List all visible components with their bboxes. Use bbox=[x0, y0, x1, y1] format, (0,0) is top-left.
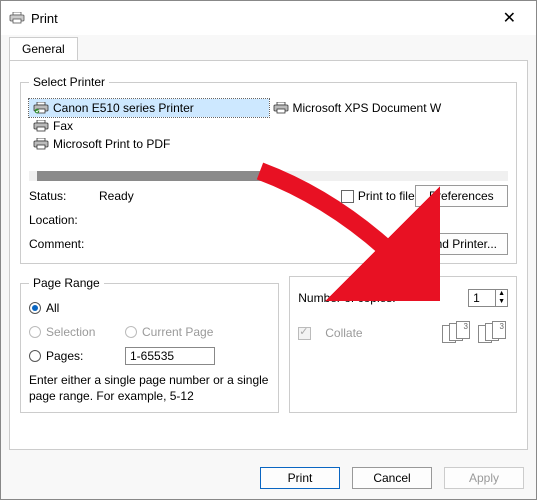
tab-strip: General bbox=[1, 37, 536, 60]
printer-name: Canon E510 series Printer bbox=[53, 101, 194, 115]
print-dialog: Print ✕ General Select Printer Canon E51… bbox=[0, 0, 537, 500]
printer-item[interactable]: Canon E510 series Printer bbox=[29, 99, 269, 117]
tab-panel-general: Select Printer Canon E510 series Printer… bbox=[9, 60, 528, 450]
printer-icon bbox=[273, 102, 289, 114]
window-title: Print bbox=[31, 11, 58, 26]
radio-all[interactable] bbox=[29, 302, 41, 314]
radio-pages[interactable] bbox=[29, 350, 41, 362]
spinner-up-icon[interactable]: ▲ bbox=[496, 290, 507, 298]
printer-item[interactable]: Microsoft XPS Document W bbox=[269, 99, 509, 117]
printer-item[interactable]: Microsoft Print to PDF bbox=[29, 135, 269, 153]
radio-pages-label: Pages: bbox=[46, 349, 83, 363]
cancel-button[interactable]: Cancel bbox=[352, 467, 432, 489]
radio-all-label: All bbox=[46, 301, 59, 315]
copies-group: Number of copies: 1 ▲▼ Collate 123 123 bbox=[289, 276, 517, 413]
radio-selection-label: Selection bbox=[46, 325, 95, 339]
scrollbar-thumb[interactable] bbox=[37, 171, 267, 181]
radio-current-page-label: Current Page bbox=[142, 325, 213, 339]
print-to-file-checkbox[interactable] bbox=[341, 190, 354, 203]
printer-icon bbox=[33, 102, 49, 114]
pages-input[interactable] bbox=[125, 347, 215, 365]
printer-list[interactable]: Canon E510 series Printer Microsoft XPS … bbox=[29, 95, 508, 181]
apply-button: Apply bbox=[444, 467, 524, 489]
select-printer-group: Select Printer Canon E510 series Printer… bbox=[20, 75, 517, 264]
status-label: Status: bbox=[29, 189, 99, 203]
copies-spinner[interactable]: 1 ▲▼ bbox=[468, 289, 508, 307]
printer-name: Fax bbox=[53, 119, 73, 133]
collate-icon: 123 123 bbox=[442, 321, 508, 345]
preferences-button[interactable]: Preferences bbox=[415, 185, 508, 207]
find-printer-button[interactable]: Find Printer... bbox=[415, 233, 508, 255]
printer-icon bbox=[33, 138, 49, 150]
location-label: Location: bbox=[29, 213, 99, 227]
printer-name: Microsoft Print to PDF bbox=[53, 137, 170, 151]
page-range-group: Page Range All Selection Current Page Pa… bbox=[20, 276, 279, 413]
printer-item[interactable]: Fax bbox=[29, 117, 269, 135]
printer-name: Microsoft XPS Document W bbox=[293, 101, 442, 115]
spinner-down-icon[interactable]: ▼ bbox=[496, 298, 507, 306]
status-value: Ready bbox=[99, 189, 219, 203]
collate-label: Collate bbox=[325, 326, 362, 340]
printer-icon bbox=[33, 120, 49, 132]
dialog-buttons: Print Cancel Apply bbox=[260, 467, 524, 489]
print-to-file-label: Print to file bbox=[358, 189, 415, 203]
comment-label: Comment: bbox=[29, 237, 99, 251]
radio-current-page bbox=[125, 326, 137, 338]
collate-checkbox bbox=[298, 327, 311, 340]
radio-selection bbox=[29, 326, 41, 338]
page-range-legend: Page Range bbox=[29, 276, 104, 290]
titlebar: Print ✕ bbox=[1, 1, 536, 35]
page-range-hint: Enter either a single page number or a s… bbox=[29, 372, 270, 404]
tab-general[interactable]: General bbox=[9, 37, 78, 60]
select-printer-legend: Select Printer bbox=[29, 75, 109, 89]
print-button[interactable]: Print bbox=[260, 467, 340, 489]
copies-value: 1 bbox=[469, 291, 495, 305]
close-button[interactable]: ✕ bbox=[491, 4, 528, 32]
copies-label: Number of copies: bbox=[298, 291, 395, 305]
printer-icon bbox=[9, 12, 25, 24]
horizontal-scrollbar[interactable] bbox=[29, 171, 508, 181]
